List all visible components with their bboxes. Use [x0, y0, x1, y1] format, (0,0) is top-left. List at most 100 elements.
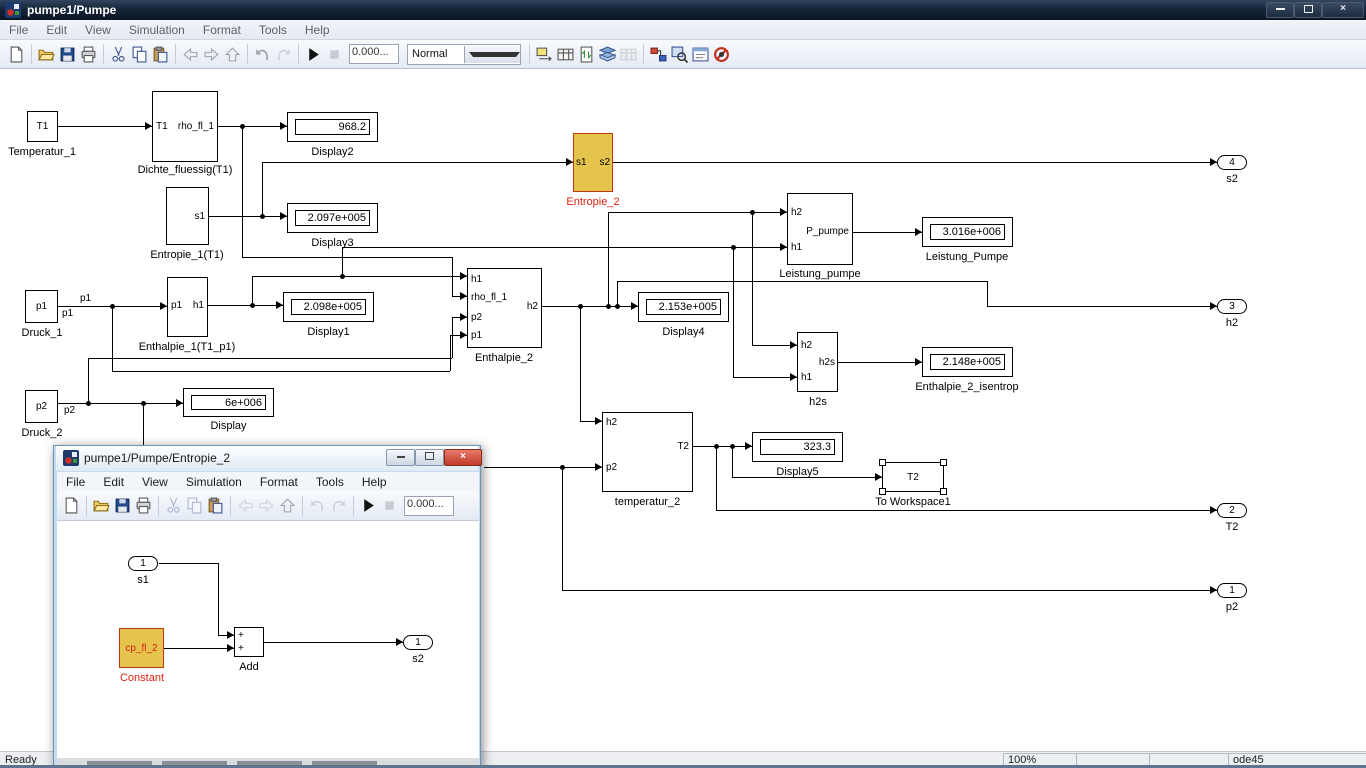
- play-icon[interactable]: [303, 44, 324, 65]
- undo-icon[interactable]: [307, 495, 328, 516]
- child-block-constant[interactable]: cp_fl_2: [119, 628, 164, 668]
- save-icon[interactable]: [57, 44, 78, 65]
- copy-icon[interactable]: [129, 44, 150, 65]
- restore-button[interactable]: [1294, 2, 1322, 18]
- menu-item-file[interactable]: File: [0, 23, 37, 37]
- child-block-add[interactable]: + +: [234, 627, 264, 657]
- child-restore-button[interactable]: [415, 449, 444, 466]
- block-entropie-2[interactable]: s1 s2: [573, 133, 613, 192]
- block-entropie-1[interactable]: s1: [166, 187, 209, 245]
- new-icon[interactable]: [61, 495, 82, 516]
- block-druck-2[interactable]: p2: [25, 390, 58, 423]
- selection-handle[interactable]: [879, 488, 886, 495]
- child-menu-item-tools[interactable]: Tools: [307, 475, 353, 489]
- undo-icon[interactable]: [252, 44, 273, 65]
- child-inport-s1[interactable]: 1: [128, 556, 158, 571]
- menu-item-simulation[interactable]: Simulation: [120, 23, 194, 37]
- stale-indicator-icon[interactable]: [618, 44, 639, 65]
- title-bar[interactable]: pumpe1/Pumpe ×: [0, 0, 1366, 20]
- copy-icon[interactable]: [184, 495, 205, 516]
- block-display5[interactable]: 323.3: [752, 432, 843, 462]
- save-icon[interactable]: [112, 495, 133, 516]
- block-display2[interactable]: 968.2: [287, 112, 378, 142]
- block-druck-1[interactable]: p1: [25, 290, 58, 323]
- block-display[interactable]: 6e+006: [183, 388, 274, 417]
- child-menu-item-format[interactable]: Format: [251, 475, 307, 489]
- block-enthalpie-2-isentrop[interactable]: 2.148e+005: [922, 347, 1013, 377]
- back-icon[interactable]: [180, 44, 201, 65]
- close-button[interactable]: ×: [1322, 2, 1364, 18]
- open-icon[interactable]: [91, 495, 112, 516]
- menu-item-format[interactable]: Format: [194, 23, 250, 37]
- block-leistung-pumpe[interactable]: h2 h1 P_pumpe: [787, 193, 853, 265]
- block-display1[interactable]: 2.098e+005: [283, 292, 374, 322]
- forward-icon[interactable]: [256, 495, 277, 516]
- debug-icon[interactable]: [711, 44, 732, 65]
- selection-handle[interactable]: [940, 488, 947, 495]
- block-h2s[interactable]: h2 h1 h2s: [797, 332, 838, 392]
- refresh-blocks-icon[interactable]: [576, 44, 597, 65]
- library-browser-icon[interactable]: [555, 44, 576, 65]
- model-browser-icon[interactable]: [648, 44, 669, 65]
- redo-icon[interactable]: [273, 44, 294, 65]
- outport-3[interactable]: 3: [1217, 299, 1247, 314]
- child-menu-item-edit[interactable]: Edit: [94, 475, 133, 489]
- outport-2[interactable]: 2: [1217, 503, 1247, 518]
- menu-item-tools[interactable]: Tools: [250, 23, 296, 37]
- forward-icon[interactable]: [201, 44, 222, 65]
- child-menu-item-help[interactable]: Help: [353, 475, 396, 489]
- paste-icon[interactable]: [205, 495, 226, 516]
- redo-icon[interactable]: [328, 495, 349, 516]
- block-enthalpie-2[interactable]: h1 rho_fl_1 p2 p1 h2: [467, 268, 542, 348]
- cut-icon[interactable]: [163, 495, 184, 516]
- outport-1[interactable]: 1: [1217, 583, 1247, 598]
- child-minimize-button[interactable]: [386, 449, 415, 466]
- menu-item-help[interactable]: Help: [296, 23, 339, 37]
- outport-4[interactable]: 4: [1217, 155, 1247, 170]
- update-diagram-icon[interactable]: [534, 44, 555, 65]
- block-dichte-fluessig[interactable]: T1 rho_fl_1: [152, 91, 218, 162]
- block-enthalpie-1[interactable]: p1 h1: [167, 277, 208, 337]
- sim-time-field[interactable]: 0.000...: [349, 44, 399, 64]
- child-window-entropie-2[interactable]: pumpe1/Pumpe/Entropie_2 × File Edit View…: [53, 445, 481, 768]
- up-icon[interactable]: [277, 495, 298, 516]
- chevron-down-icon[interactable]: [464, 46, 521, 63]
- stop-icon[interactable]: [324, 44, 345, 65]
- child-menu-item-file[interactable]: File: [57, 475, 94, 489]
- wire-segment: [242, 126, 243, 257]
- minimize-button[interactable]: [1266, 2, 1294, 18]
- sim-mode-select[interactable]: Normal: [407, 44, 521, 65]
- play-icon[interactable]: [358, 495, 379, 516]
- child-menu-item-simulation[interactable]: Simulation: [177, 475, 251, 489]
- child-close-button[interactable]: ×: [444, 449, 482, 466]
- selection-handle[interactable]: [940, 459, 947, 466]
- find-icon[interactable]: [669, 44, 690, 65]
- paste-icon[interactable]: [150, 44, 171, 65]
- menu-item-edit[interactable]: Edit: [37, 23, 76, 37]
- menu-item-view[interactable]: View: [76, 23, 120, 37]
- child-title-bar[interactable]: pumpe1/Pumpe/Entropie_2 ×: [56, 446, 478, 471]
- open-icon[interactable]: [36, 44, 57, 65]
- model-explorer-icon[interactable]: [690, 44, 711, 65]
- build-icon[interactable]: [597, 44, 618, 65]
- block-leistung-pumpe-display[interactable]: 3.016e+006: [922, 217, 1013, 247]
- selection-handle[interactable]: [879, 459, 886, 466]
- up-icon[interactable]: [222, 44, 243, 65]
- back-icon[interactable]: [235, 495, 256, 516]
- block-temperatur-2[interactable]: h2 p2 T2: [602, 412, 693, 492]
- child-menu-item-view[interactable]: View: [133, 475, 177, 489]
- new-icon[interactable]: [6, 44, 27, 65]
- print-icon[interactable]: [78, 44, 99, 65]
- child-outport-s2[interactable]: 1: [403, 635, 433, 650]
- block-display3[interactable]: 2.097e+005: [287, 203, 378, 233]
- wire-junction-dot: [615, 304, 620, 309]
- stop-icon[interactable]: [379, 495, 400, 516]
- block-temperatur-1[interactable]: T1: [27, 111, 58, 142]
- block-display4[interactable]: 2.153e+005: [638, 292, 729, 322]
- child-model-canvas[interactable]: 1 s1 cp_fl_2 Constant + + Add 1 s2: [57, 521, 479, 758]
- block-to-workspace1[interactable]: T2: [882, 462, 944, 492]
- sim-time-field[interactable]: 0.000...: [404, 496, 454, 516]
- toolbar-separator: [529, 44, 530, 64]
- cut-icon[interactable]: [108, 44, 129, 65]
- print-icon[interactable]: [133, 495, 154, 516]
